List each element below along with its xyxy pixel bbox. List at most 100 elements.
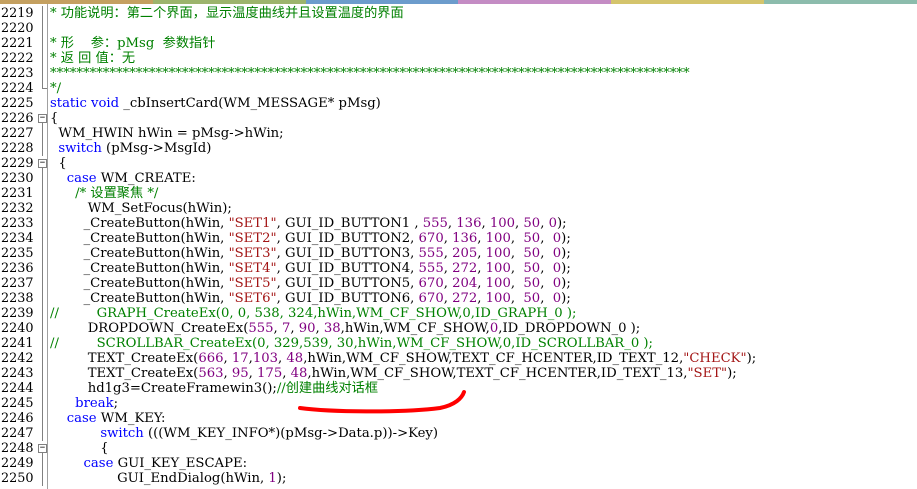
code-text[interactable]: WM_HWIN hWin = pMsg->hWin; <box>50 126 283 141</box>
code-line[interactable]: 2243 TEXT_CreateEx(563, 95, 175, 48,hWin… <box>0 366 917 381</box>
token-pl: ; <box>113 396 119 411</box>
code-text[interactable]: // GRAPH_CreateEx(0, 0, 538, 324,hWin,WM… <box>50 306 576 321</box>
token-str: "SET" <box>687 366 728 381</box>
code-text[interactable]: */ <box>50 81 61 96</box>
code-line[interactable]: 2232 WM_SetFocus(hWin); <box>0 201 917 216</box>
code-line[interactable]: 2237 _CreateButton(hWin, "SET5", GUI_ID_… <box>0 276 917 291</box>
token-kw: case <box>66 171 101 186</box>
fold-guide <box>42 171 43 186</box>
token-pl: _CreateButton(hWin, <box>50 246 229 261</box>
code-line[interactable]: 2229− { <box>0 156 917 171</box>
code-text[interactable]: WM_SetFocus(hWin); <box>50 201 232 216</box>
code-text[interactable]: { <box>50 111 58 126</box>
code-line[interactable]: 2221 * 形 参：pMsg 参数指针 <box>0 36 917 51</box>
fold-toggle-icon[interactable]: − <box>38 111 47 126</box>
code-line[interactable]: 2241 // SCROLLBAR_CreateEx(0, 329,539, 30… <box>0 336 917 351</box>
code-line[interactable]: 2236 _CreateButton(hWin, "SET4", GUI_ID_… <box>0 261 917 276</box>
code-text[interactable]: _CreateButton(hWin, "SET6", GUI_ID_BUTTO… <box>50 291 571 306</box>
code-line[interactable]: 2248− { <box>0 441 917 456</box>
code-line[interactable]: 2239 // GRAPH_CreateEx(0, 0, 538, 324,hWi… <box>0 306 917 321</box>
code-line[interactable]: 2250 GUI_EndDialog(hWin, 1); <box>0 471 917 486</box>
code-text[interactable]: _CreateButton(hWin, "SET4", GUI_ID_BUTTO… <box>50 261 571 276</box>
code-text[interactable]: _CreateButton(hWin, "SET2", GUI_ID_BUTTO… <box>50 231 571 246</box>
code-line[interactable]: 2245 break; <box>0 396 917 411</box>
code-text[interactable]: _CreateButton(hWin, "SET3", GUI_ID_BUTTO… <box>50 246 571 261</box>
code-editor[interactable]: 2219 * 功能说明：第二个界面，显示温度曲线并且设置温度的界面 2220 2221… <box>0 0 917 489</box>
code-text[interactable]: static void _cbInsertCard(WM_MESSAGE* pM… <box>50 96 381 111</box>
code-line[interactable]: 2233 _CreateButton(hWin, "SET1", GUI_ID_… <box>0 216 917 231</box>
code-line[interactable]: 2220 <box>0 21 917 36</box>
code-text[interactable]: { <box>50 441 108 456</box>
code-text[interactable]: * 形 参：pMsg 参数指针 <box>50 36 215 51</box>
token-pl: (((WM_KEY_INFO*)(pMsg->Data.p))->Key) <box>147 426 439 441</box>
code-line[interactable]: 2219 * 功能说明：第二个界面，显示温度曲线并且设置温度的界面 <box>0 6 917 21</box>
token-pl: , <box>510 276 524 291</box>
code-text[interactable]: switch (((WM_KEY_INFO*)(pMsg->Data.p))->… <box>50 426 438 441</box>
code-text[interactable]: case GUI_KEY_ESCAPE: <box>50 456 247 471</box>
line-number: 2242 <box>1 351 34 366</box>
code-text[interactable]: // SCROLLBAR_CreateEx(0, 329,539, 30,hWi… <box>50 336 653 351</box>
code-text[interactable]: ****************************************… <box>50 66 690 81</box>
code-line[interactable]: 2228 switch (pMsg->MsgId) <box>0 141 917 156</box>
token-pl: , <box>223 351 232 366</box>
code-text[interactable]: hd1g3=CreateFramewin3();//创建曲线对话框 <box>50 381 378 396</box>
token-pl: , <box>540 276 553 291</box>
code-line[interactable]: 2225 static void _cbInsertCard(WM_MESSAGE… <box>0 96 917 111</box>
code-line[interactable]: 2226−{ <box>0 111 917 126</box>
token-num: 100 <box>485 261 511 276</box>
code-text[interactable]: GUI_EndDialog(hWin, 1); <box>50 471 286 486</box>
code-line[interactable]: 2242 TEXT_CreateEx(666, 17,103, 48,hWin,… <box>0 351 917 366</box>
code-line[interactable]: 2223 ************************************… <box>0 66 917 81</box>
code-line[interactable]: 2224 */ <box>0 81 917 96</box>
code-line[interactable]: 2247 switch (((WM_KEY_INFO*)(pMsg->Data.… <box>0 426 917 441</box>
code-line[interactable]: 2235 _CreateButton(hWin, "SET3", GUI_ID_… <box>0 246 917 261</box>
fold-toggle-icon[interactable]: − <box>38 441 47 456</box>
token-num: 100 <box>485 246 511 261</box>
line-number: 2237 <box>1 276 34 291</box>
fold-guide-line <box>38 291 47 306</box>
collapse-icon[interactable]: − <box>38 159 47 168</box>
code-line[interactable]: 2231 /* 设置聚焦 */ <box>0 186 917 201</box>
code-text[interactable]: _CreateButton(hWin, "SET5", GUI_ID_BUTTO… <box>50 276 571 291</box>
token-pl: ); <box>727 366 737 381</box>
code-line[interactable]: 2238 _CreateButton(hWin, "SET6", GUI_ID_… <box>0 291 917 306</box>
fold-guide-line <box>38 246 47 261</box>
token-pl: GUI_EndDialog(hWin, <box>50 471 269 486</box>
code-text[interactable]: TEXT_CreateEx(666, 17,103, 48,hWin,WM_CF… <box>50 351 756 366</box>
fold-guide <box>42 336 43 351</box>
code-text[interactable]: break; <box>50 396 118 411</box>
code-line[interactable]: 2246 case WM_KEY: <box>0 411 917 426</box>
code-text[interactable]: * 功能说明：第二个界面，显示温度曲线并且设置温度的界面 <box>50 6 404 21</box>
code-text[interactable]: * 返 回 值：无 <box>50 51 135 66</box>
code-text[interactable]: { <box>50 156 66 171</box>
code-text[interactable]: TEXT_CreateEx(563, 95, 175, 48,hWin,WM_C… <box>50 366 737 381</box>
code-text[interactable]: _CreateButton(hWin, "SET1", GUI_ID_BUTTO… <box>50 216 567 231</box>
token-pl: , <box>315 321 324 336</box>
token-num: 0 <box>552 276 562 291</box>
token-pl: { <box>50 111 59 126</box>
code-text[interactable]: case WM_KEY: <box>50 411 166 426</box>
collapse-icon[interactable]: − <box>38 114 47 123</box>
code-text[interactable]: /* 设置聚焦 */ <box>50 186 158 201</box>
token-pl: ,hWin,WM_CF_SHOW, <box>340 321 490 336</box>
code-text[interactable]: switch (pMsg->MsgId) <box>50 141 211 156</box>
code-line[interactable]: 2227 WM_HWIN hWin = pMsg->hWin; <box>0 126 917 141</box>
code-line[interactable]: 2240 DROPDOWN_CreateEx(555, 7, 90, 38,hW… <box>0 321 917 336</box>
token-pl: , GUI_ID_BUTTON1 , <box>276 216 423 231</box>
top-strip-segment <box>764 0 917 4</box>
fold-toggle-icon[interactable]: − <box>38 156 47 171</box>
fold-guide <box>42 81 43 88</box>
code-line[interactable]: 2234 _CreateButton(hWin, "SET2", GUI_ID_… <box>0 231 917 246</box>
collapse-icon[interactable]: − <box>38 444 47 453</box>
token-num: 555 <box>418 261 444 276</box>
fold-guide <box>42 351 43 366</box>
code-text[interactable]: DROPDOWN_CreateEx(555, 7, 90, 38,hWin,WM… <box>50 321 641 336</box>
code-text[interactable]: case WM_CREATE: <box>50 171 196 186</box>
code-line[interactable]: 2244 hd1g3=CreateFramewin3();//创建曲线对话框 <box>0 381 917 396</box>
code-line[interactable]: 2249 case GUI_KEY_ESCAPE: <box>0 456 917 471</box>
code-line[interactable]: 2230 case WM_CREATE: <box>0 171 917 186</box>
token-str: "SET4" <box>228 261 277 276</box>
code-line[interactable]: 2222 * 返 回 值：无 <box>0 51 917 66</box>
token-num: 50 <box>523 231 541 246</box>
